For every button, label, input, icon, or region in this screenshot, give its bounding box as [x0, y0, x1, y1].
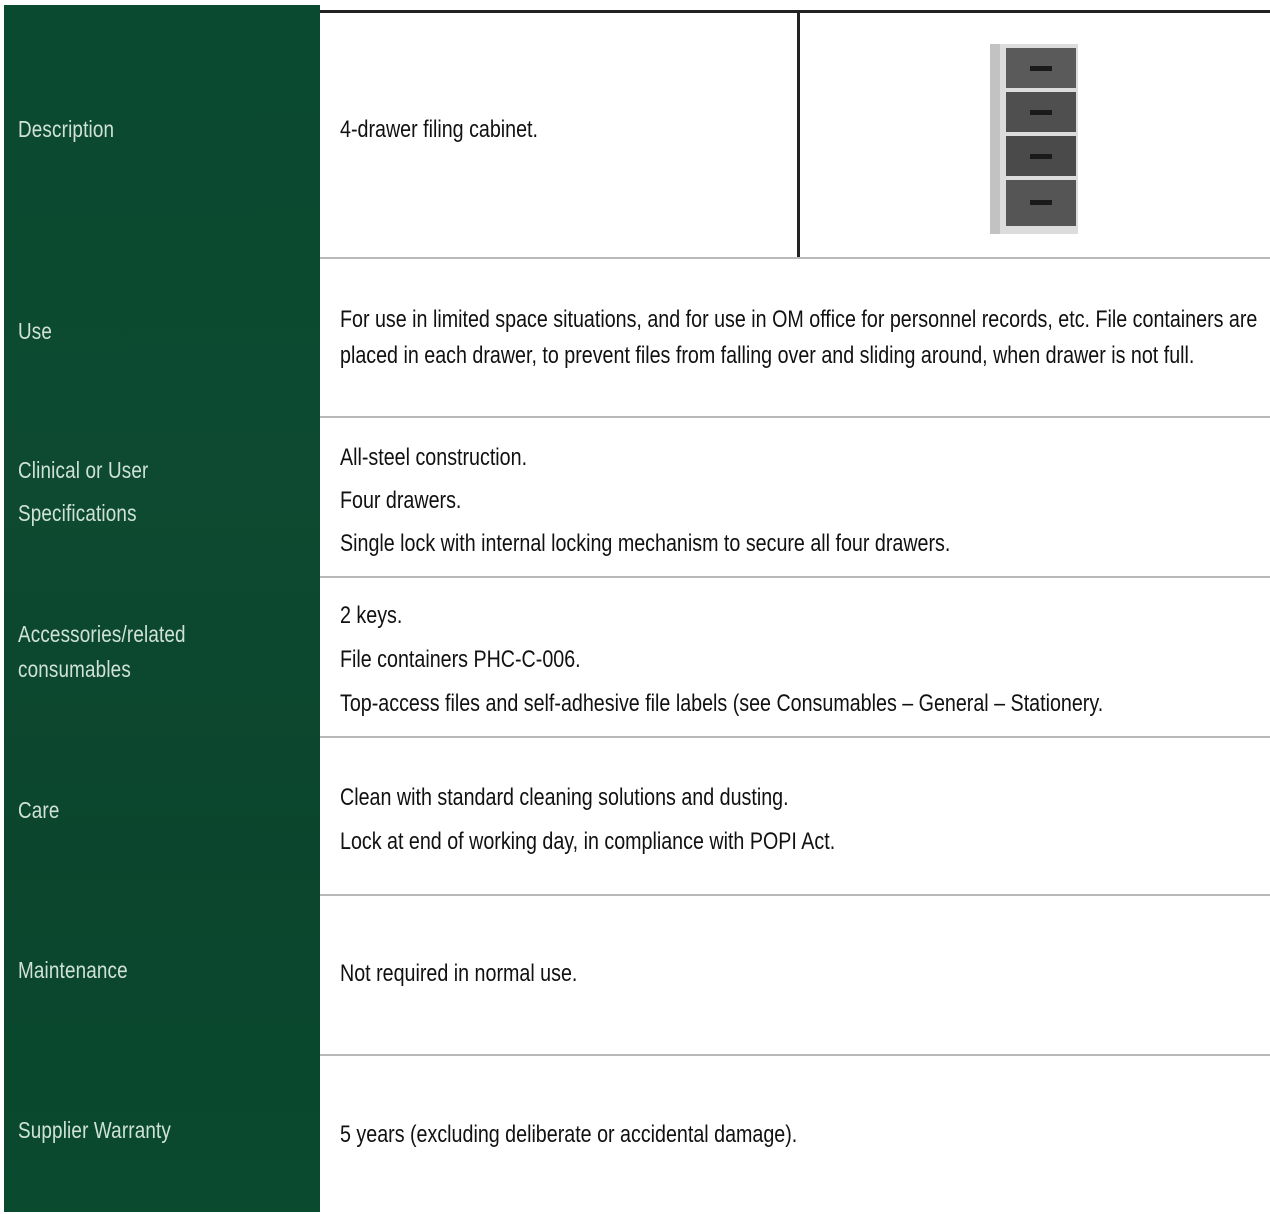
row-label-description: Description	[18, 116, 115, 142]
row-content-specifications: All-steel construction. Four drawers. Si…	[340, 444, 951, 557]
row-content-warranty: 5 years (excluding deliberate or acciden…	[340, 1121, 798, 1148]
row-content-accessories: 2 keys. File containers PHC-C-006. Top-a…	[340, 602, 1104, 717]
row-content-care: Clean with standard cleaning solutions a…	[340, 784, 836, 855]
row-divider	[320, 576, 1270, 578]
row-label-specifications: Clinical or User	[18, 457, 149, 483]
row-label-maintenance: Maintenance	[18, 957, 128, 983]
row-label-use: Use	[18, 318, 53, 344]
row-label-accessories-line-2: consumables	[18, 656, 131, 682]
row-label-warranty: Supplier Warranty	[18, 1117, 172, 1143]
row-divider	[320, 736, 1270, 738]
table-top-border	[320, 10, 1270, 13]
row-content-use: For use in limited space situations, and…	[340, 306, 1258, 369]
row-divider	[320, 416, 1270, 418]
row-divider	[320, 894, 1270, 896]
row-label-specifications-line-2: Specifications	[18, 500, 137, 526]
row-content-maintenance: Not required in normal use.	[340, 960, 578, 987]
filing-cabinet-icon	[988, 42, 1080, 238]
row-content-description: 4-drawer filing cabinet.	[340, 116, 538, 143]
label-column	[4, 5, 320, 1212]
row-label-care: Care	[18, 797, 60, 823]
row-divider	[320, 1054, 1270, 1056]
row-divider	[320, 257, 1270, 259]
spec-sheet: Description 4-drawer filing cabinet. Use…	[0, 0, 1270, 1214]
